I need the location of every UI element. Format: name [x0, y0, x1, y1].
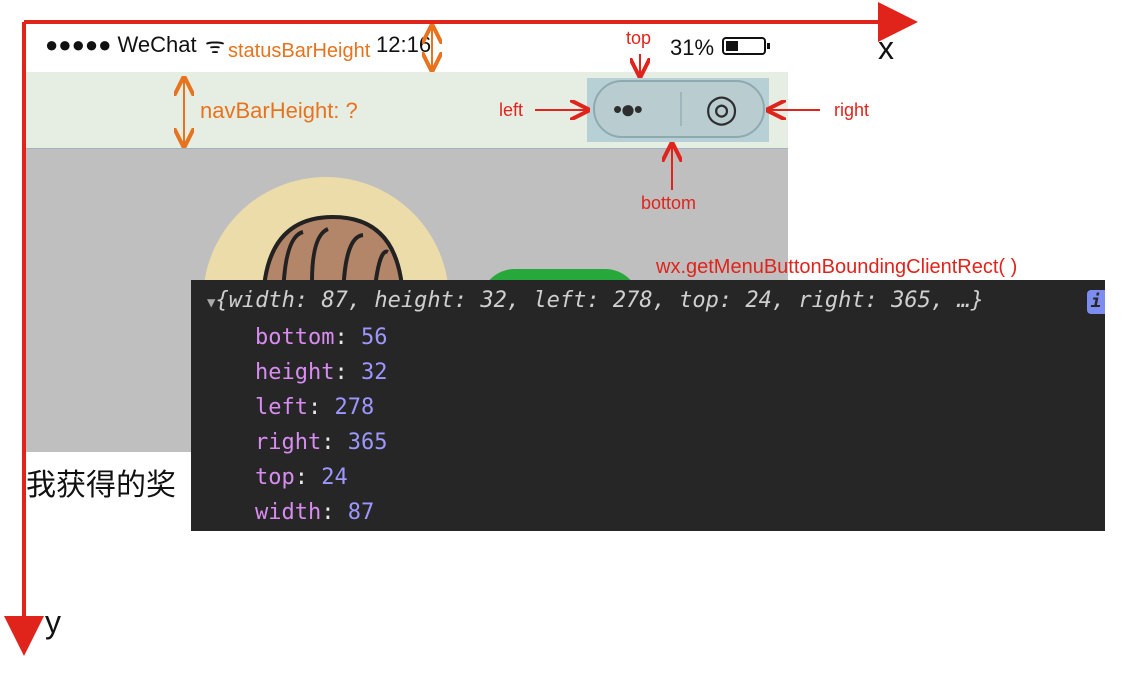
bottom-label: bottom — [641, 193, 697, 213]
prop-row: top: 24 — [255, 465, 348, 490]
y-axis-label: y — [45, 604, 61, 640]
status-bar-height-label: statusBarHeight — [228, 40, 371, 62]
nav-bar-height-label: navBarHeight: ? — [200, 98, 358, 123]
x-axis-label: x — [878, 30, 894, 66]
prop-row: height: 32 — [255, 360, 388, 385]
right-label: right — [834, 100, 870, 120]
top-label: top — [626, 28, 652, 48]
prop-row: right: 365 — [255, 430, 388, 455]
devtools-console: ▼{width: 87, height: 32, left: 278, top:… — [191, 280, 1105, 531]
api-label: wx.getMenuButtonBoundingClientRect( ) — [656, 256, 1018, 278]
prop-row: width: 87 — [255, 500, 375, 525]
prop-row: left: 278 — [255, 395, 375, 420]
console-summary[interactable]: ▼{width: 87, height: 32, left: 278, top:… — [207, 288, 984, 313]
prop-row: bottom: 56 — [255, 325, 388, 350]
console-props: bottom: 56 height: 32 left: 278 right: 3… — [255, 320, 387, 530]
left-label: left — [499, 100, 524, 120]
info-icon[interactable]: i — [1087, 290, 1105, 314]
